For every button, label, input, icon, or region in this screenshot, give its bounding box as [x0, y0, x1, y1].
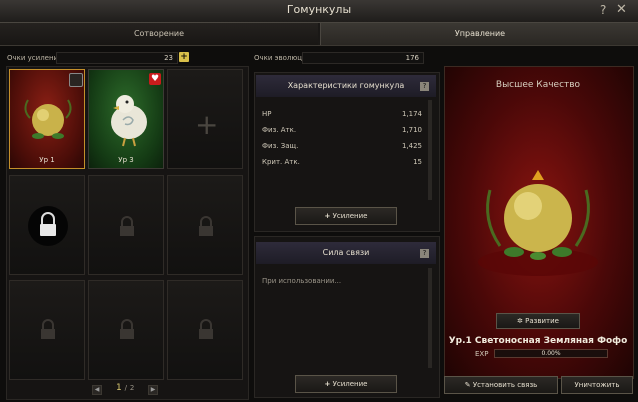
pet-name: Ур.1 Светоносная Земляная Фофо: [448, 336, 628, 346]
pager-total: 2: [129, 384, 135, 392]
stats-boost-label: Усиление: [332, 212, 368, 220]
bond-description: При использовании...: [262, 277, 342, 285]
lock-dim-icon: [120, 319, 134, 339]
next-page-button[interactable]: ▶: [148, 385, 158, 395]
bond-scrollbar[interactable]: [428, 268, 432, 368]
lock-dim-icon: [120, 216, 134, 236]
slot-4-locked[interactable]: [9, 175, 85, 275]
destroy-button[interactable]: Уничтожить: [561, 376, 633, 394]
stat-hp-name: HP: [262, 110, 272, 118]
add-boost-points-button[interactable]: +: [179, 52, 189, 62]
develop-label: Развитие: [525, 317, 559, 325]
plus-icon: +: [324, 380, 331, 388]
golden-fruit-large-icon: [478, 170, 598, 276]
bind-button[interactable]: ✎ Установить связь: [444, 376, 558, 394]
bind-label: Установить связь: [472, 381, 538, 389]
slot-1[interactable]: [9, 69, 85, 169]
boost-points-value: 23: [56, 52, 178, 64]
prev-page-button[interactable]: ◀: [92, 385, 102, 395]
tab-creation[interactable]: Сотворение: [0, 23, 318, 45]
boost-points-label: Очки усиления: [7, 54, 63, 62]
develop-icon: ✲: [517, 317, 523, 325]
bond-panel-title: Сила связи: [256, 242, 436, 264]
close-button[interactable]: ✕: [616, 2, 627, 17]
slot-8-locked: [88, 280, 164, 380]
evolution-points-value: 176: [302, 52, 424, 64]
slot-3-add[interactable]: +: [167, 69, 243, 169]
plus-icon: +: [324, 212, 331, 220]
exp-value: 0.00%: [541, 350, 561, 357]
develop-button[interactable]: ✲ Развитие: [496, 313, 580, 329]
stat-pdef-value: 1,425: [401, 142, 422, 150]
slot-2[interactable]: ♥: [88, 69, 164, 169]
pager-current: 1: [116, 383, 122, 393]
add-slot-icon: +: [195, 108, 219, 141]
stat-crit-value: 15: [413, 158, 422, 166]
tab-management[interactable]: Управление: [320, 23, 638, 45]
favorite-empty-icon[interactable]: [69, 73, 83, 87]
stat-pdef-name: Физ. Защ.: [262, 142, 299, 150]
stats-boost-button[interactable]: + Усиление: [295, 207, 397, 225]
favorite-heart-icon[interactable]: ♥: [149, 73, 161, 85]
slot-1-level: Ур 1: [39, 156, 55, 164]
stats-panel-title: Характеристики гомункула: [256, 75, 436, 97]
quality-label: Высшее Качество: [495, 80, 581, 90]
stat-hp-value: 1,174: [401, 110, 422, 118]
slot-6-locked: [167, 175, 243, 275]
window-title: Гомункулы: [286, 3, 352, 16]
stats-scrollbar[interactable]: [428, 100, 432, 200]
pager-separator: /: [124, 384, 127, 392]
pager: 1 / 2: [116, 383, 134, 393]
bond-help-icon[interactable]: ?: [420, 249, 429, 258]
slot-7-locked: [9, 280, 85, 380]
lock-dim-icon: [199, 319, 213, 339]
help-button[interactable]: ?: [600, 3, 606, 17]
stats-help-icon[interactable]: ?: [420, 82, 429, 91]
bond-boost-button[interactable]: + Усиление: [295, 375, 397, 393]
exp-bar: 0.00%: [494, 349, 608, 358]
exp-label: EXP: [475, 350, 489, 358]
lock-dim-icon: [41, 319, 55, 339]
lock-dim-icon: [199, 216, 213, 236]
slot-5-locked: [88, 175, 164, 275]
bond-boost-label: Усиление: [332, 380, 368, 388]
bind-icon: ✎: [464, 381, 471, 389]
lock-icon: [28, 206, 68, 246]
slot-9-locked: [167, 280, 243, 380]
stat-patk-value: 1,710: [401, 126, 422, 134]
stat-patk-name: Физ. Атк.: [262, 126, 297, 134]
white-bird-icon: [111, 95, 147, 147]
slot-2-level: Ур 3: [118, 156, 134, 164]
stat-crit-name: Крит. Атк.: [262, 158, 300, 166]
